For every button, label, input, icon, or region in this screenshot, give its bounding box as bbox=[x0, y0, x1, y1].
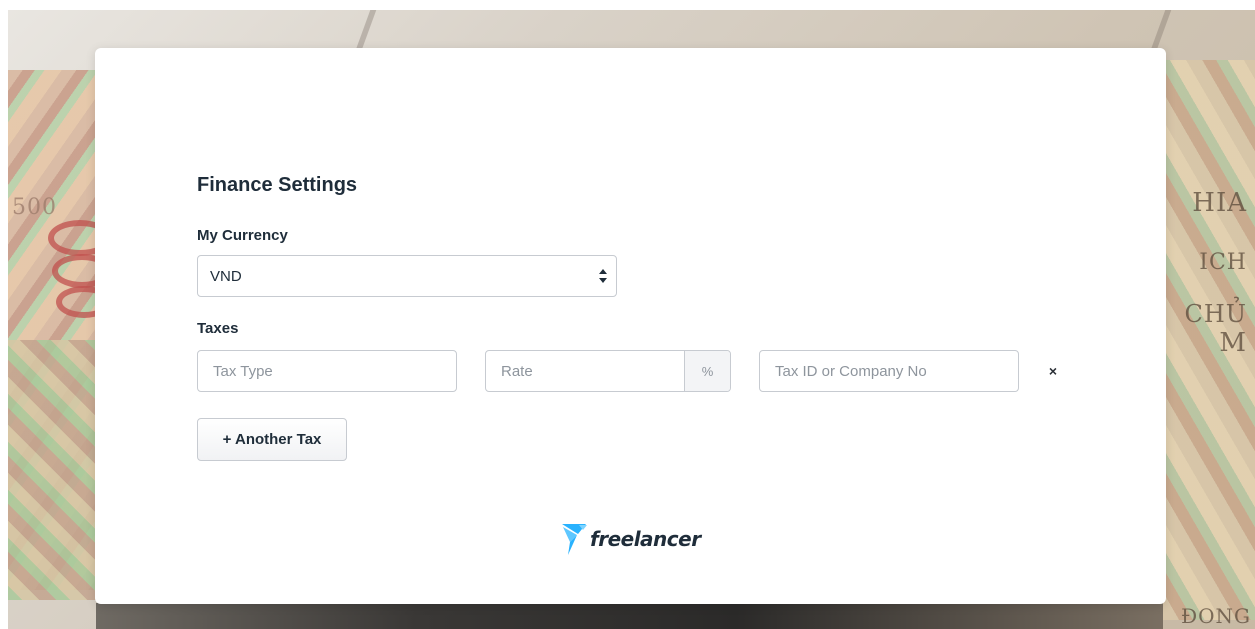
banknote-text: HIA bbox=[1192, 188, 1247, 218]
currency-select[interactable]: VND bbox=[197, 255, 617, 297]
add-another-tax-button[interactable]: + Another Tax bbox=[197, 418, 347, 461]
currency-label: My Currency bbox=[197, 227, 288, 244]
page-title: Finance Settings bbox=[197, 174, 358, 196]
banknote-text: CHỦ bbox=[1184, 300, 1247, 328]
percent-addon: % bbox=[684, 351, 730, 391]
currency-selected-value: VND bbox=[210, 267, 242, 285]
banknote-text: ĐONG bbox=[1180, 604, 1251, 628]
rate-input-group: % bbox=[485, 350, 731, 392]
freelancer-wordmark: freelancer bbox=[590, 527, 701, 551]
taxes-label: Taxes bbox=[197, 320, 239, 337]
tax-type-input[interactable] bbox=[197, 350, 457, 392]
banknote-text: 500 bbox=[12, 195, 57, 220]
background-streak bbox=[355, 10, 377, 50]
tax-id-input[interactable] bbox=[759, 350, 1019, 392]
finance-settings-card: Finance Settings My Currency VND Taxes %… bbox=[95, 48, 1166, 604]
background-streak bbox=[1150, 10, 1172, 50]
freelancer-bird-icon bbox=[562, 524, 587, 555]
background-dark-strip bbox=[96, 603, 1163, 629]
rate-input[interactable] bbox=[486, 351, 684, 391]
banknote-text: M bbox=[1219, 328, 1247, 358]
banknote-left-lower bbox=[8, 340, 103, 600]
remove-tax-icon[interactable]: × bbox=[1043, 361, 1063, 381]
banknote-text: ICH bbox=[1199, 250, 1247, 275]
select-arrows-icon bbox=[599, 269, 607, 283]
freelancer-logo: freelancer bbox=[560, 522, 701, 556]
